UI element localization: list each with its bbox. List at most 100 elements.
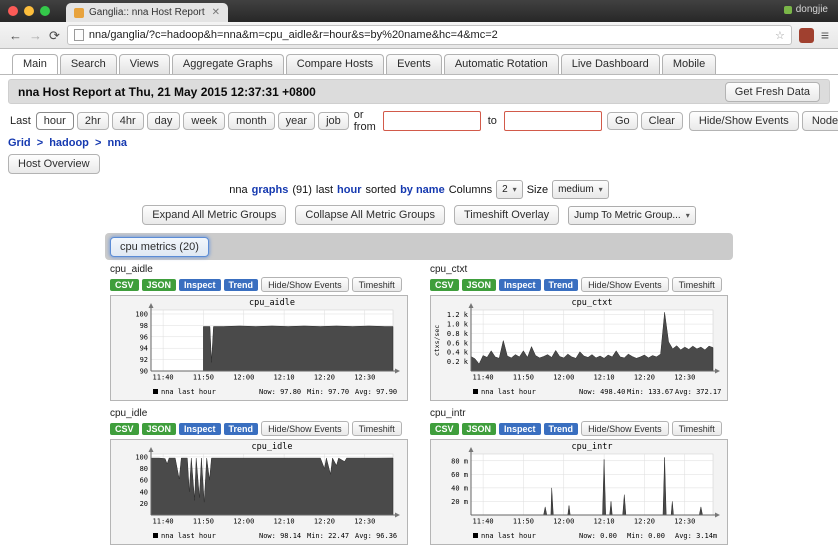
svg-text:11:50: 11:50: [513, 518, 534, 526]
graph-hide-show-events-button[interactable]: Hide/Show Events: [261, 421, 349, 436]
json-button[interactable]: JSON: [141, 278, 177, 291]
svg-text:20: 20: [140, 500, 148, 508]
range-4hr-button[interactable]: 4hr: [111, 112, 144, 130]
tab-search[interactable]: Search: [59, 54, 117, 74]
forward-button[interactable]: →: [29, 29, 42, 42]
tab-views[interactable]: Views: [118, 54, 170, 74]
svg-text:11:50: 11:50: [513, 374, 534, 382]
csv-button[interactable]: CSV: [430, 422, 459, 435]
breadcrumb-host[interactable]: nna: [107, 137, 127, 149]
extension-icon[interactable]: [798, 27, 814, 43]
inspect-button[interactable]: Inspect: [499, 422, 541, 435]
tab-close-icon[interactable]: ✕: [212, 7, 220, 18]
window-zoom-button[interactable]: [40, 6, 50, 16]
page-title: nna Host Report at Thu, 21 May 2015 12:3…: [18, 84, 316, 99]
json-button[interactable]: JSON: [461, 422, 497, 435]
metric-graph-cpu-aidle[interactable]: 11:40 11:50 12:00 12:10 12:20 12:30 90 92 94 96 98…: [110, 295, 408, 401]
range-week-button[interactable]: week: [183, 112, 226, 130]
node-view-button[interactable]: Node View: [801, 111, 838, 131]
csv-button[interactable]: CSV: [110, 278, 139, 291]
bookmark-star-icon[interactable]: ☆: [775, 29, 785, 42]
tab-compare-hosts[interactable]: Compare Hosts: [285, 54, 385, 74]
from-date-input[interactable]: [382, 111, 481, 131]
window-minimize-button[interactable]: [24, 6, 34, 16]
to-date-input[interactable]: [503, 111, 602, 131]
expand-all-button[interactable]: Expand All Metric Groups: [142, 205, 287, 225]
tab-mobile[interactable]: Mobile: [661, 54, 717, 74]
sort-link[interactable]: by name: [400, 184, 445, 196]
breadcrumb-cluster[interactable]: hadoop: [49, 137, 89, 149]
trend-button[interactable]: Trend: [543, 278, 579, 291]
graphs-link[interactable]: graphs: [252, 184, 289, 196]
browser-profile[interactable]: dongjie: [783, 4, 828, 15]
profile-icon: [783, 5, 792, 14]
get-fresh-data-button[interactable]: Get Fresh Data: [724, 81, 820, 102]
json-button[interactable]: JSON: [141, 422, 177, 435]
tab-aggregate-graphs[interactable]: Aggregate Graphs: [171, 54, 284, 74]
range-link[interactable]: hour: [337, 184, 361, 196]
graph-hide-show-events-button[interactable]: Hide/Show Events: [581, 421, 669, 436]
svg-text:12:00: 12:00: [233, 518, 254, 526]
tab-automatic-rotation[interactable]: Automatic Rotation: [443, 54, 559, 74]
range-month-button[interactable]: month: [228, 112, 275, 130]
range-hour-button[interactable]: hour: [35, 112, 74, 130]
menu-icon[interactable]: ≡: [821, 27, 829, 43]
svg-text:0.4 k: 0.4 k: [447, 349, 469, 357]
graph-tile-cpu-ctxt: cpu_ctxt CSV JSON Inspect Trend Hide/Sho…: [430, 264, 728, 401]
trend-button[interactable]: Trend: [543, 422, 579, 435]
hide-show-events-button[interactable]: Hide/Show Events: [688, 111, 799, 131]
csv-button[interactable]: CSV: [110, 422, 139, 435]
graph-hide-show-events-button[interactable]: Hide/Show Events: [581, 277, 669, 292]
graph-timeshift-button[interactable]: Timeshift: [671, 277, 722, 292]
reload-button[interactable]: ⟳: [49, 29, 60, 42]
metric-graph-cpu-intr[interactable]: 11:40 11:50 12:00 12:10 12:20 12:30 20 m 40 m 60…: [430, 439, 728, 545]
csv-button[interactable]: CSV: [430, 278, 459, 291]
breadcrumb-grid[interactable]: Grid: [8, 137, 31, 149]
back-button[interactable]: ←: [9, 29, 22, 42]
clear-button[interactable]: Clear: [640, 112, 683, 130]
jump-select-value: Jump To Metric Group...: [574, 209, 681, 221]
range-day-button[interactable]: day: [146, 112, 181, 130]
tab-main[interactable]: Main: [12, 54, 58, 74]
graph-timeshift-button[interactable]: Timeshift: [351, 277, 402, 292]
summary-host: nna: [229, 183, 248, 196]
size-select[interactable]: medium ▾: [552, 180, 609, 199]
range-2hr-button[interactable]: 2hr: [76, 112, 109, 130]
graph-timeshift-button[interactable]: Timeshift: [351, 421, 402, 436]
breadcrumb-separator: >: [36, 137, 44, 149]
collapse-all-button[interactable]: Collapse All Metric Groups: [295, 205, 445, 225]
svg-text:12:10: 12:10: [594, 374, 615, 382]
graph-tile-cpu-aidle: cpu_aidle CSV JSON Inspect Trend Hide/Sh…: [110, 264, 408, 401]
inspect-button[interactable]: Inspect: [179, 422, 221, 435]
svg-text:12:10: 12:10: [274, 518, 295, 526]
jump-to-metric-group-select[interactable]: Jump To Metric Group... ▾: [568, 205, 696, 225]
range-year-button[interactable]: year: [277, 112, 316, 130]
address-bar[interactable]: nna/ganglia/?c=hadoop&h=nna&m=cpu_aidle&…: [66, 25, 792, 45]
page-header: nna Host Report at Thu, 21 May 2015 12:3…: [8, 79, 830, 104]
columns-select[interactable]: 2 ▾: [496, 180, 523, 199]
summary-count: (91): [292, 183, 312, 196]
svg-text:cpu_ctxt: cpu_ctxt: [572, 298, 613, 308]
trend-button[interactable]: Trend: [223, 422, 259, 435]
trend-button[interactable]: Trend: [223, 278, 259, 291]
timeshift-overlay-button[interactable]: Timeshift Overlay: [454, 205, 560, 225]
cpu-metrics-group-button[interactable]: cpu metrics (20): [110, 236, 209, 257]
tab-live-dashboard[interactable]: Live Dashboard: [560, 54, 660, 74]
svg-text:1.0 k: 1.0 k: [447, 321, 469, 329]
metric-graph-cpu-idle[interactable]: 11:40 11:50 12:00 12:10 12:20 12:30 20 40 60 80 10…: [110, 439, 408, 545]
graph-timeshift-button[interactable]: Timeshift: [671, 421, 722, 436]
inspect-button[interactable]: Inspect: [179, 278, 221, 291]
browser-tab[interactable]: Ganglia:: nna Host Report ✕: [66, 3, 229, 22]
metric-graph-cpu-ctxt[interactable]: 11:40 11:50 12:00 12:10 12:20 12:30 0.2 k0.4 k…: [430, 295, 728, 401]
time-controls: Last hour 2hr 4hr day week month year jo…: [0, 107, 838, 135]
range-job-button[interactable]: job: [318, 112, 349, 130]
inspect-button[interactable]: Inspect: [499, 278, 541, 291]
go-button[interactable]: Go: [606, 112, 638, 130]
tab-events[interactable]: Events: [386, 54, 442, 74]
svg-text:40 m: 40 m: [451, 484, 468, 492]
metric-group-bar: cpu metrics (20): [105, 233, 733, 260]
graph-hide-show-events-button[interactable]: Hide/Show Events: [261, 277, 349, 292]
window-close-button[interactable]: [8, 6, 18, 16]
host-overview-button[interactable]: Host Overview: [8, 154, 100, 174]
json-button[interactable]: JSON: [461, 278, 497, 291]
